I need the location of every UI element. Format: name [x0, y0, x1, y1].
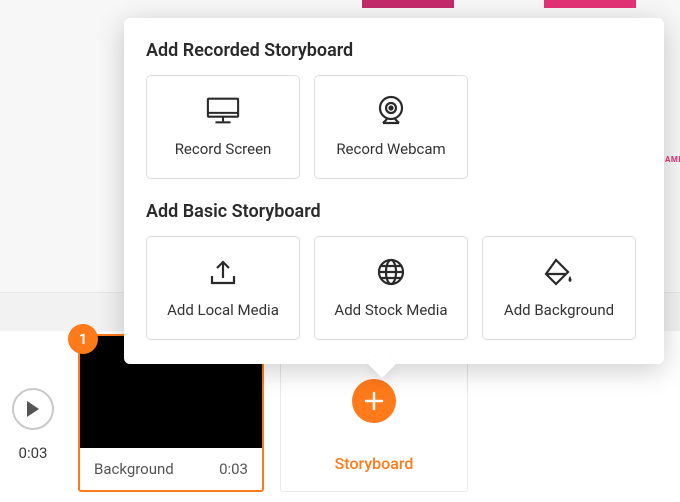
globe-icon	[374, 257, 408, 287]
clip-name: Background	[94, 460, 174, 478]
clip-meta: Background 0:03	[80, 448, 262, 490]
app-canvas: AME 0:03 1 Background 0:03 Storyboard Ad	[0, 0, 680, 502]
basic-options-row: Add Local Media Add Stock Media Add Back…	[146, 236, 642, 340]
add-storyboard-label: Storyboard	[335, 454, 414, 473]
record-webcam-label: Record Webcam	[336, 140, 445, 158]
record-webcam-option[interactable]: Record Webcam	[314, 75, 468, 179]
add-local-media-label: Add Local Media	[167, 301, 279, 319]
add-storyboard-popover: Add Recorded Storyboard Record Screen Re…	[124, 18, 664, 364]
plus-icon	[363, 390, 385, 412]
monitor-icon	[206, 96, 240, 126]
play-icon	[26, 401, 40, 417]
upload-icon	[206, 257, 240, 287]
clip-duration: 0:03	[219, 460, 248, 478]
decor-strip-b	[544, 0, 636, 8]
decor-label-fragment: AME	[665, 155, 680, 165]
recorded-section-title: Add Recorded Storyboard	[146, 40, 642, 61]
playback-time: 0:03	[19, 444, 48, 462]
add-stock-media-label: Add Stock Media	[334, 301, 447, 319]
add-background-label: Add Background	[504, 301, 614, 319]
record-screen-label: Record Screen	[175, 140, 272, 158]
decor-strip-a	[362, 0, 454, 8]
add-background-option[interactable]: Add Background	[482, 236, 636, 340]
add-stock-media-option[interactable]: Add Stock Media	[314, 236, 468, 340]
add-local-media-option[interactable]: Add Local Media	[146, 236, 300, 340]
recorded-options-row: Record Screen Record Webcam	[146, 75, 642, 179]
basic-section-title: Add Basic Storyboard	[146, 201, 642, 222]
add-storyboard-button[interactable]	[352, 379, 396, 423]
clip-index-badge: 1	[68, 324, 98, 354]
play-button[interactable]	[12, 388, 54, 430]
paint-bucket-icon	[542, 257, 576, 287]
playback-controls: 0:03	[12, 388, 54, 462]
record-screen-option[interactable]: Record Screen	[146, 75, 300, 179]
webcam-icon	[374, 96, 408, 126]
